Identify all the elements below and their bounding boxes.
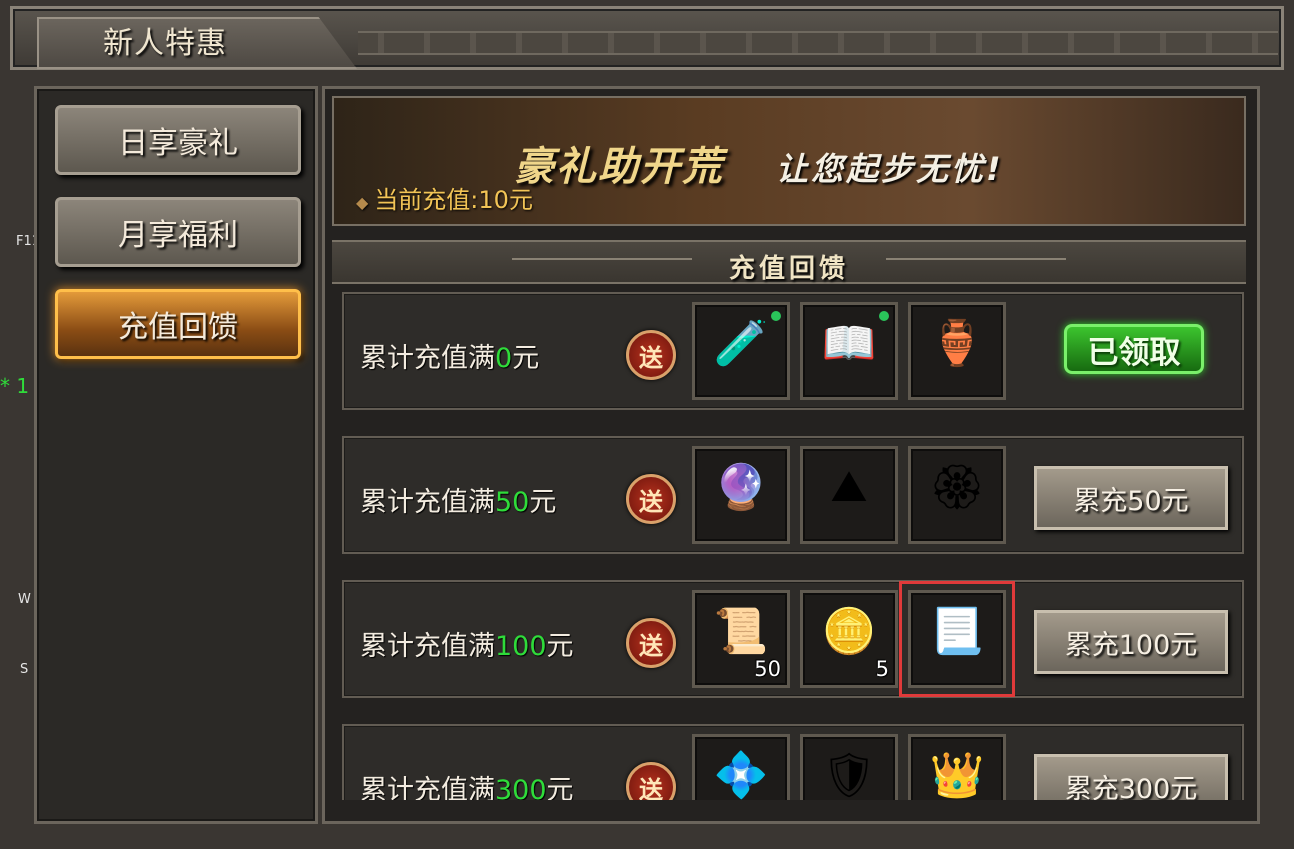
golden-talisman-icon: 📃 xyxy=(929,606,985,657)
threshold-prefix: 累计充值满 xyxy=(360,631,495,662)
current-charge-label: 当前充值: xyxy=(374,186,479,214)
reward-item-slot[interactable]: 🛡 xyxy=(800,734,898,800)
threshold-amount: 0 xyxy=(495,343,513,374)
promo-banner: 豪礼助开荒 让您起步无忧! ◆ 当前充值:10元 xyxy=(332,96,1246,226)
reward-row: 累计充值满300元 送 💠 🛡 👑 累充300元 xyxy=(342,724,1244,800)
orb-pendant-icon: 🔮 xyxy=(713,462,769,513)
silver-pile-icon: 💠 xyxy=(713,750,769,800)
section-header: 充值回馈 xyxy=(332,240,1246,284)
current-charge: ◆ 当前充值:10元 xyxy=(356,180,533,215)
hotkey-s: S xyxy=(20,662,29,677)
threshold-amount: 100 xyxy=(495,631,547,662)
threshold-prefix: 累计充值满 xyxy=(360,343,495,374)
threshold-suffix: 元 xyxy=(529,487,557,518)
recharge-claim-button[interactable]: 累充300元 xyxy=(1034,754,1228,800)
item-count: 5 xyxy=(875,657,889,681)
reward-threshold-label: 累计充值满50元 xyxy=(360,480,556,519)
reward-item-slot[interactable]: 📃 xyxy=(899,581,1015,697)
banner-subslogan: 让您起步无忧! xyxy=(776,150,1004,188)
reward-item-slot[interactable]: 🪙 5 xyxy=(800,590,898,688)
window-title: 新人特惠 xyxy=(103,26,227,61)
title-ornament xyxy=(358,31,1278,55)
current-charge-value: 10元 xyxy=(478,186,533,214)
threshold-amount: 300 xyxy=(495,775,547,800)
gift-seal-icon: 送 xyxy=(626,330,676,380)
bound-indicator-icon xyxy=(771,311,781,321)
reward-list[interactable]: 累计充值满0元送 🧪 📖 🏺 已领取 累计充值满50元送 🔮 ⛰ 🏵 累充50元 累计充值满100元… xyxy=(342,290,1246,800)
reward-item-slot[interactable]: 🔮 xyxy=(692,446,790,544)
sidebar-item-label: 月享福利 xyxy=(118,218,238,253)
reward-row: 累计充值满100元送 📜 50 🪙 5 📃 累充100元 xyxy=(342,580,1244,698)
recharge-claim-button[interactable]: 累充50元 xyxy=(1034,466,1228,530)
bamboo-hat-icon: ⛰ xyxy=(830,461,868,512)
reward-row: 累计充值满50元 送 🔮 ⛰ 🏵 累充50元 xyxy=(342,436,1244,554)
amulet-icon: 🏵 xyxy=(929,462,985,513)
jar-icon: 🏺 xyxy=(929,318,985,369)
claimed-badge: 已领取 xyxy=(1064,324,1204,374)
crown-helm-icon: 👑 xyxy=(929,750,985,800)
sidebar-item-monthly-benefit[interactable]: 月享福利 xyxy=(55,197,301,267)
diamond-bullet-icon: ◆ xyxy=(356,193,369,212)
gift-seal-icon: 送 xyxy=(626,474,676,524)
threshold-suffix: 元 xyxy=(546,631,574,662)
hotkey-w: W xyxy=(18,592,31,607)
threshold-suffix: 元 xyxy=(512,343,540,374)
hotkey-marker: * 1 xyxy=(0,374,30,398)
reward-item-slot[interactable]: 📖 xyxy=(800,302,898,400)
sidebar-item-daily-gift[interactable]: 日享豪礼 xyxy=(55,105,301,175)
bound-indicator-icon xyxy=(879,311,889,321)
banner-slogan: 豪礼助开荒 xyxy=(514,144,724,190)
threshold-prefix: 累计充值满 xyxy=(360,487,495,518)
reward-item-slot[interactable]: 📜 50 xyxy=(692,590,790,688)
recharge-claim-button[interactable]: 累充100元 xyxy=(1034,610,1228,674)
reward-row: 累计充值满0元 送 🧪 📖 🏺 已领取 xyxy=(342,292,1244,410)
reward-item-slot[interactable]: 👑 xyxy=(908,734,1006,800)
reward-threshold-label: 累计充值满300元 xyxy=(360,768,574,800)
reward-item-slot[interactable]: 🧪 xyxy=(692,302,790,400)
reward-threshold-label: 累计充值满100元 xyxy=(360,624,574,663)
sidebar-item-label: 充值回馈 xyxy=(118,310,238,345)
sidebar-item-label: 日享豪礼 xyxy=(118,126,238,161)
golden-chest-icon: 🛡 xyxy=(821,750,877,800)
threshold-amount: 50 xyxy=(495,487,530,518)
reward-item-slot[interactable]: 🏵 xyxy=(908,446,1006,544)
gift-seal-icon: 送 xyxy=(626,618,676,668)
threshold-suffix: 元 xyxy=(546,775,574,800)
sidebar-item-recharge-reward[interactable]: 充值回馈 xyxy=(55,289,301,359)
section-title: 充值回馈 xyxy=(728,254,849,284)
blue-potion-icon: 🧪 xyxy=(713,318,769,369)
reward-item-slot[interactable]: 🏺 xyxy=(908,302,1006,400)
reward-item-slot[interactable]: ⛰ xyxy=(800,446,898,544)
sidebar: 日享豪礼 月享福利 充值回馈 xyxy=(34,86,318,824)
game-window: 新人特惠 F11 F9 * 1 W D S 日享豪礼 月享福利 充值回馈 豪礼助… xyxy=(0,0,1294,849)
gift-seal-icon: 送 xyxy=(626,762,676,800)
skill-book-icon: 📖 xyxy=(821,318,877,369)
reward-item-slot[interactable]: 💠 xyxy=(692,734,790,800)
reward-threshold-label: 累计充值满0元 xyxy=(360,336,539,375)
item-count: 50 xyxy=(754,657,781,681)
threshold-prefix: 累计充值满 xyxy=(360,775,495,800)
gold-bar-icon: 🪙 xyxy=(821,606,877,657)
scroll-icon: 📜 xyxy=(713,606,769,657)
